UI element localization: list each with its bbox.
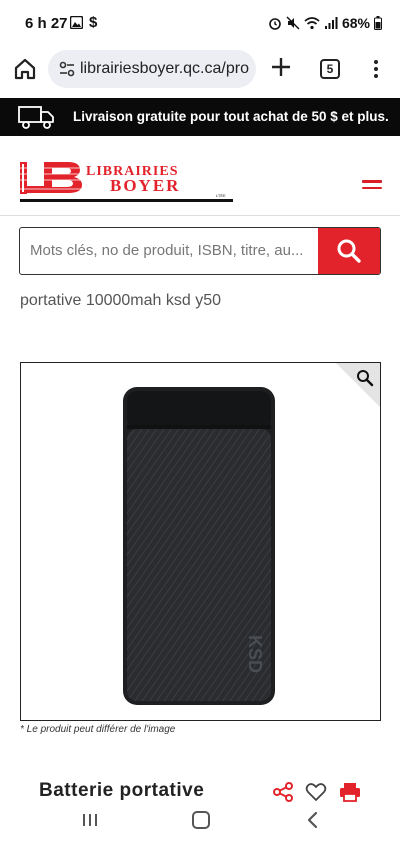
tab-switcher-button[interactable]: 5	[320, 59, 340, 79]
new-tab-button[interactable]	[268, 52, 294, 84]
home-icon[interactable]	[12, 56, 38, 82]
status-bar: 6 h 27 $ 68%	[0, 0, 400, 46]
mute-icon	[286, 16, 300, 30]
dollar-notification-icon: $	[89, 14, 98, 30]
product-image[interactable]: KSD	[20, 362, 381, 721]
product-title-fragment: portative 10000mah ksd y50	[20, 292, 222, 309]
page: 6 h 27 $ 68% librairiesboyer.qc.ca/pro 5	[0, 0, 400, 844]
powerbank-image: KSD	[123, 387, 275, 705]
brand-mark: KSD	[245, 635, 265, 673]
search-icon	[337, 239, 361, 263]
site-settings-icon[interactable]	[58, 60, 76, 78]
status-system-icons: 68%	[268, 15, 382, 31]
search-input[interactable]	[20, 228, 318, 273]
share-icon[interactable]	[272, 782, 294, 802]
promo-banner: Livraison gratuite pour tout achat de 50…	[0, 98, 400, 136]
image-disclaimer: * Le produit peut différer de l'image	[20, 724, 176, 735]
battery-icon	[374, 16, 382, 30]
wifi-icon	[304, 17, 320, 30]
browser-toolbar: librairiesboyer.qc.ca/pro 5	[0, 46, 400, 94]
truck-icon	[18, 106, 54, 129]
search-form	[19, 227, 381, 275]
logo-small: LTÉE	[216, 193, 226, 198]
logo-line2: BOYER	[110, 176, 180, 195]
battery-percent: 68%	[341, 15, 370, 31]
product-name: Batterie portative	[39, 780, 205, 801]
site-logo[interactable]: LIBRAIRIES BOYER LTÉE	[20, 160, 235, 206]
url-text[interactable]: librairiesboyer.qc.ca/pro	[80, 60, 252, 78]
signal-icon	[324, 17, 338, 29]
promo-text: Livraison gratuite pour tout achat de 50…	[73, 109, 389, 124]
more-vert-icon[interactable]	[370, 58, 382, 82]
home-nav-icon[interactable]	[192, 811, 210, 829]
recent-apps-icon[interactable]	[82, 812, 98, 828]
status-notification-icons: $	[70, 14, 99, 30]
system-nav-bar	[0, 802, 400, 844]
zoom-icon[interactable]	[356, 369, 374, 387]
printer-icon[interactable]	[339, 782, 361, 802]
status-time: 6 h 27	[25, 15, 68, 32]
image-notification-icon	[70, 15, 83, 29]
back-icon[interactable]	[305, 811, 319, 829]
svg-text:$: $	[89, 14, 98, 30]
tab-count: 5	[326, 62, 334, 76]
hamburger-menu-icon[interactable]	[362, 180, 382, 194]
address-bar[interactable]: librairiesboyer.qc.ca/pro	[48, 50, 256, 88]
search-button[interactable]	[318, 228, 380, 274]
alarm-icon	[269, 18, 281, 30]
heart-icon[interactable]	[305, 782, 327, 802]
plus-icon	[272, 58, 290, 76]
site-header: LIBRAIRIES BOYER LTÉE	[0, 136, 400, 216]
